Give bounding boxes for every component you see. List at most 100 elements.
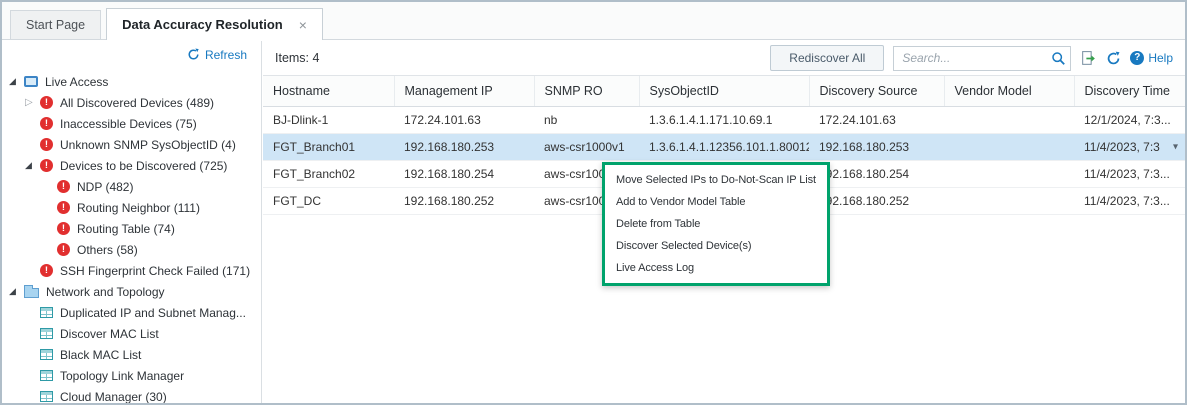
alert-icon: !: [40, 138, 53, 151]
tree-item[interactable]: ! Inaccessible Devices (75): [2, 113, 261, 134]
tree-item[interactable]: ! Unknown SNMP SysObjectID (4): [2, 134, 261, 155]
alert-icon: !: [40, 117, 53, 130]
context-menu: Move Selected IPs to Do-Not-Scan IP List…: [602, 162, 830, 286]
table-icon: [40, 328, 53, 339]
tree-item[interactable]: ! Routing Neighbor (111): [2, 197, 261, 218]
tree-item-label: Network and Topology: [46, 285, 165, 299]
tab-start-page[interactable]: Start Page: [10, 10, 101, 39]
context-menu-item[interactable]: Add to Vendor Model Table: [605, 191, 827, 213]
context-menu-item[interactable]: Delete from Table: [605, 213, 827, 235]
tab-close-icon[interactable]: ×: [299, 18, 307, 32]
table-cell: [944, 187, 1074, 214]
table-cell: 172.24.101.63: [394, 106, 534, 133]
table-cell: FGT_Branch02: [263, 160, 394, 187]
live-access-icon: [24, 76, 38, 87]
tree-item-label: Unknown SNMP SysObjectID (4): [60, 138, 236, 152]
tree-item[interactable]: Topology Link Manager: [2, 365, 261, 386]
rediscover-all-button[interactable]: Rediscover All: [770, 45, 884, 71]
export-icon[interactable]: [1080, 50, 1097, 67]
table-cell: 192.168.180.253: [809, 133, 944, 160]
items-count: Items: 4: [275, 51, 319, 65]
refresh-label: Refresh: [205, 48, 247, 62]
column-header[interactable]: SNMP RO: [534, 76, 639, 106]
tree-item[interactable]: ▷!All Discovered Devices (489): [2, 92, 261, 113]
tree-item-label: Routing Table (74): [77, 222, 175, 236]
refresh-table-icon[interactable]: [1106, 51, 1121, 66]
alert-icon: !: [57, 180, 70, 193]
column-header[interactable]: Management IP: [394, 76, 534, 106]
tree-item-label: Routing Neighbor (111): [77, 201, 200, 215]
search-input[interactable]: [893, 46, 1071, 71]
tab-label: Data Accuracy Resolution: [122, 17, 283, 32]
table-cell: [944, 106, 1074, 133]
refresh-icon: [187, 48, 200, 61]
app-window: Start Page Data Accuracy Resolution × Re…: [0, 0, 1187, 405]
table-cell: 11/4/2023, 7:3▾: [1074, 133, 1185, 160]
tree-item[interactable]: !NDP (482): [2, 176, 261, 197]
tab-strip: Start Page Data Accuracy Resolution ×: [2, 2, 1185, 40]
tree-item-label: Inaccessible Devices (75): [60, 117, 197, 131]
tree-item-label: Others (58): [77, 243, 138, 257]
tree-item[interactable]: ◢! Devices to be Discovered (725): [2, 155, 261, 176]
tree-expander-expanded-icon[interactable]: ◢: [9, 286, 24, 297]
tree-item[interactable]: ! Routing Table (74): [2, 218, 261, 239]
help-label: Help: [1148, 51, 1173, 65]
table-cell: 192.168.180.254: [394, 160, 534, 187]
tree-item[interactable]: ! SSH Fingerprint Check Failed (171): [2, 260, 261, 281]
alert-icon: !: [40, 159, 53, 172]
refresh-link[interactable]: Refresh: [187, 48, 247, 62]
tree-item[interactable]: Cloud Manager (30): [2, 386, 261, 403]
search-icon[interactable]: [1051, 51, 1066, 69]
tree-item-label: Live Access: [45, 75, 108, 89]
table-icon: [40, 349, 53, 360]
context-menu-item[interactable]: Move Selected IPs to Do-Not-Scan IP List: [605, 169, 827, 191]
table-cell: [944, 160, 1074, 187]
tree-item[interactable]: ◢ Live Access: [2, 71, 261, 92]
row-dropdown-chevron-icon[interactable]: ▾: [1173, 141, 1178, 152]
column-header[interactable]: Vendor Model: [944, 76, 1074, 106]
tree-item-label: Duplicated IP and Subnet Manag...: [60, 306, 246, 320]
tab-data-accuracy-resolution[interactable]: Data Accuracy Resolution ×: [106, 8, 323, 40]
tree-expander-expanded-icon[interactable]: ◢: [9, 76, 24, 87]
alert-icon: !: [57, 222, 70, 235]
table-cell: 1.3.6.1.4.1.12356.101.1.80012: [639, 133, 809, 160]
table-icon: [40, 307, 53, 318]
column-header[interactable]: Discovery Source: [809, 76, 944, 106]
tree-item-label: All Discovered Devices (489): [60, 96, 214, 110]
tree-item-label: SSH Fingerprint Check Failed (171): [60, 264, 250, 278]
column-header[interactable]: SysObjectID: [639, 76, 809, 106]
table-row[interactable]: FGT_Branch01 192.168.180.253 aws-csr1000v1…: [263, 133, 1185, 160]
context-menu-item[interactable]: Live Access Log: [605, 257, 827, 279]
alert-icon: !: [57, 243, 70, 256]
table-cell: 1.3.6.1.4.1.171.10.69.1: [639, 106, 809, 133]
tree-item-label: Black MAC List: [60, 348, 141, 362]
tree-item-label: Cloud Manager (30): [60, 390, 167, 404]
table-header-row: HostnameManagement IPSNMP ROSysObjectIDD…: [263, 76, 1185, 106]
table-cell: aws-csr1000v1: [534, 133, 639, 160]
column-header[interactable]: Hostname: [263, 76, 394, 106]
help-link[interactable]: ? Help: [1130, 51, 1173, 65]
alert-icon: !: [57, 201, 70, 214]
table-icon: [40, 391, 53, 402]
tab-label: Start Page: [26, 18, 85, 32]
tree-item[interactable]: ◢ Network and Topology: [2, 281, 261, 302]
alert-icon: !: [40, 264, 53, 277]
tree-item[interactable]: Black MAC List: [2, 344, 261, 365]
table-cell: FGT_Branch01: [263, 133, 394, 160]
search-box: [893, 46, 1071, 71]
context-menu-item[interactable]: Discover Selected Device(s): [605, 235, 827, 257]
tree-item-label: Devices to be Discovered (725): [60, 159, 227, 173]
table-cell: 11/4/2023, 7:3...: [1074, 160, 1185, 187]
table-cell: 12/1/2024, 7:3...: [1074, 106, 1185, 133]
table-icon: [40, 370, 53, 381]
table-cell: BJ-Dlink-1: [263, 106, 394, 133]
tree-expander-collapsed-icon[interactable]: ▷: [25, 97, 40, 108]
column-header[interactable]: Discovery Time: [1074, 76, 1185, 106]
table-cell: 172.24.101.63: [809, 106, 944, 133]
tree-item[interactable]: Discover MAC List: [2, 323, 261, 344]
table-row[interactable]: BJ-Dlink-1172.24.101.63nb1.3.6.1.4.1.171…: [263, 106, 1185, 133]
tree-item[interactable]: Duplicated IP and Subnet Manag...: [2, 302, 261, 323]
tree-item[interactable]: ! Others (58): [2, 239, 261, 260]
table-cell: nb: [534, 106, 639, 133]
tree-expander-expanded-icon[interactable]: ◢: [25, 160, 40, 171]
